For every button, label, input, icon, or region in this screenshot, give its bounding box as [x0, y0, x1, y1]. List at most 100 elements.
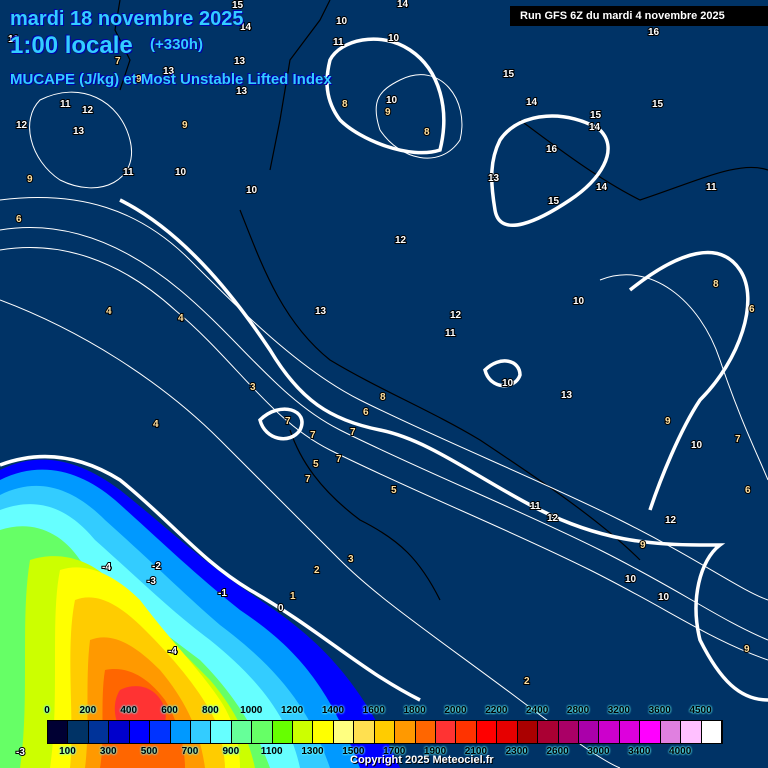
- legend-label: 2200: [485, 705, 508, 716]
- legend-label: 3400: [628, 746, 651, 757]
- legend-swatch: [252, 721, 273, 743]
- contour-label: 10: [691, 440, 703, 451]
- contour-label: -4: [168, 646, 177, 657]
- contour-label: 2: [524, 676, 530, 687]
- run-info: Run GFS 6Z du mardi 4 novembre 2025: [510, 6, 768, 26]
- legend-swatch: [190, 721, 212, 743]
- contour-label: 10: [175, 167, 187, 178]
- legend-swatch: [558, 721, 579, 743]
- contour-label: 13: [315, 306, 327, 317]
- contour-label: 7: [735, 434, 741, 445]
- copyright: Copyright 2025 Meteociel.fr: [350, 754, 494, 766]
- legend-swatch: [640, 721, 661, 743]
- contour-label: 11: [60, 99, 71, 110]
- legend-label: 1100: [260, 746, 283, 757]
- legend-label: 3200: [607, 705, 630, 716]
- contour-label: 5: [391, 485, 397, 496]
- contour-label: 10: [386, 95, 398, 106]
- contour-label: -1: [218, 588, 227, 599]
- legend-swatch: [395, 721, 416, 743]
- legend-label: 200: [79, 705, 97, 716]
- legend-swatch: [150, 721, 171, 743]
- contour-label: 8: [342, 99, 348, 110]
- contour-label: 8: [713, 279, 719, 290]
- legend-swatch: [88, 721, 110, 743]
- legend-swatch: [476, 721, 498, 743]
- legend-swatch: [517, 721, 539, 743]
- contour-label: 5: [313, 459, 319, 470]
- forecast-date: mardi 18 novembre 2025: [10, 8, 244, 30]
- contour-label: 11: [530, 501, 541, 512]
- contour-label: 7: [285, 416, 291, 427]
- contour-label: 11: [706, 182, 717, 193]
- contour-label: 13: [488, 173, 500, 184]
- legend-label: 700: [181, 746, 199, 757]
- contour-label: 4: [106, 306, 112, 317]
- contour-label: 7: [305, 474, 311, 485]
- legend-swatch: [681, 721, 702, 743]
- legend-label: 600: [161, 705, 178, 716]
- legend-label: 1800: [403, 705, 426, 716]
- contour-label: 2: [314, 565, 320, 576]
- legend-swatch: [538, 721, 559, 743]
- legend-label: 800: [202, 705, 219, 716]
- contour-label: 13: [561, 390, 573, 401]
- color-legend-bar: [47, 720, 723, 744]
- legend-label: 3000: [587, 746, 610, 757]
- legend-swatch: [129, 721, 151, 743]
- contour-label: 9: [744, 644, 750, 655]
- legend-swatch: [578, 721, 600, 743]
- contour-label: 3: [250, 382, 256, 393]
- contour-label: 14: [589, 122, 601, 133]
- legend-label: 1600: [362, 705, 385, 716]
- contour-label: 7: [350, 427, 356, 438]
- legend-label: 1300: [301, 746, 324, 757]
- legend-swatch: [619, 721, 641, 743]
- contour-label: 10: [625, 574, 637, 585]
- contour-label: 7: [310, 430, 316, 441]
- legend-label: 0: [44, 705, 50, 716]
- weather-map-view: 15 14 10 11 10 14 16 11 7 9 13 13 12 15 14 9 11 12 10 9 8 8 13…: [0, 0, 768, 768]
- legend-label: 500: [140, 746, 158, 757]
- legend-swatch: [68, 721, 89, 743]
- contour-label: 10: [573, 296, 585, 307]
- legend-swatch: [415, 721, 437, 743]
- contour-label: 3: [348, 554, 354, 565]
- forecast-time: 1:00 locale: [10, 32, 133, 59]
- legend-swatch: [170, 721, 191, 743]
- legend-label: 2300: [505, 746, 528, 757]
- contour-label: 11: [333, 37, 344, 48]
- contour-label: 4: [178, 313, 184, 324]
- contour-label: 11: [123, 167, 134, 178]
- contour-label: 13: [73, 126, 85, 137]
- contour-label: 13: [234, 56, 246, 67]
- legend-label: 3600: [648, 705, 671, 716]
- contour-label: 0: [278, 603, 284, 614]
- legend-label: 2800: [566, 705, 590, 716]
- legend-label: 100: [59, 746, 76, 757]
- contour-label: 12: [16, 120, 28, 131]
- legend-swatch: [374, 721, 396, 743]
- contour-label: 15: [548, 196, 560, 207]
- legend-label: 400: [120, 705, 138, 716]
- contour-label: 12: [450, 310, 462, 321]
- contour-label: 10: [336, 16, 348, 27]
- contour-label: 15: [503, 69, 515, 80]
- legend-swatch: [497, 721, 518, 743]
- contour-label: -4: [102, 562, 111, 573]
- contour-label: 14: [526, 97, 538, 108]
- contour-label: 1: [290, 591, 296, 602]
- parameter-title: MUCAPE (J/kg) et Most Unstable Lifted In…: [10, 71, 332, 88]
- legend-label: 2000: [444, 705, 467, 716]
- legend-label: 2600: [546, 746, 569, 757]
- contour-label: 14: [397, 0, 409, 10]
- legend-swatch: [599, 721, 620, 743]
- legend-swatch: [231, 721, 253, 743]
- map-canvas: 15141011 10141611791313121514911121098813…: [0, 0, 768, 768]
- contour-label: 6: [363, 407, 369, 418]
- contour-label: 10: [388, 33, 400, 44]
- contour-label: 9: [385, 107, 391, 118]
- contour-label: 7: [336, 454, 342, 465]
- legend-label: 4000: [669, 746, 692, 757]
- contour-label: 12: [82, 105, 94, 116]
